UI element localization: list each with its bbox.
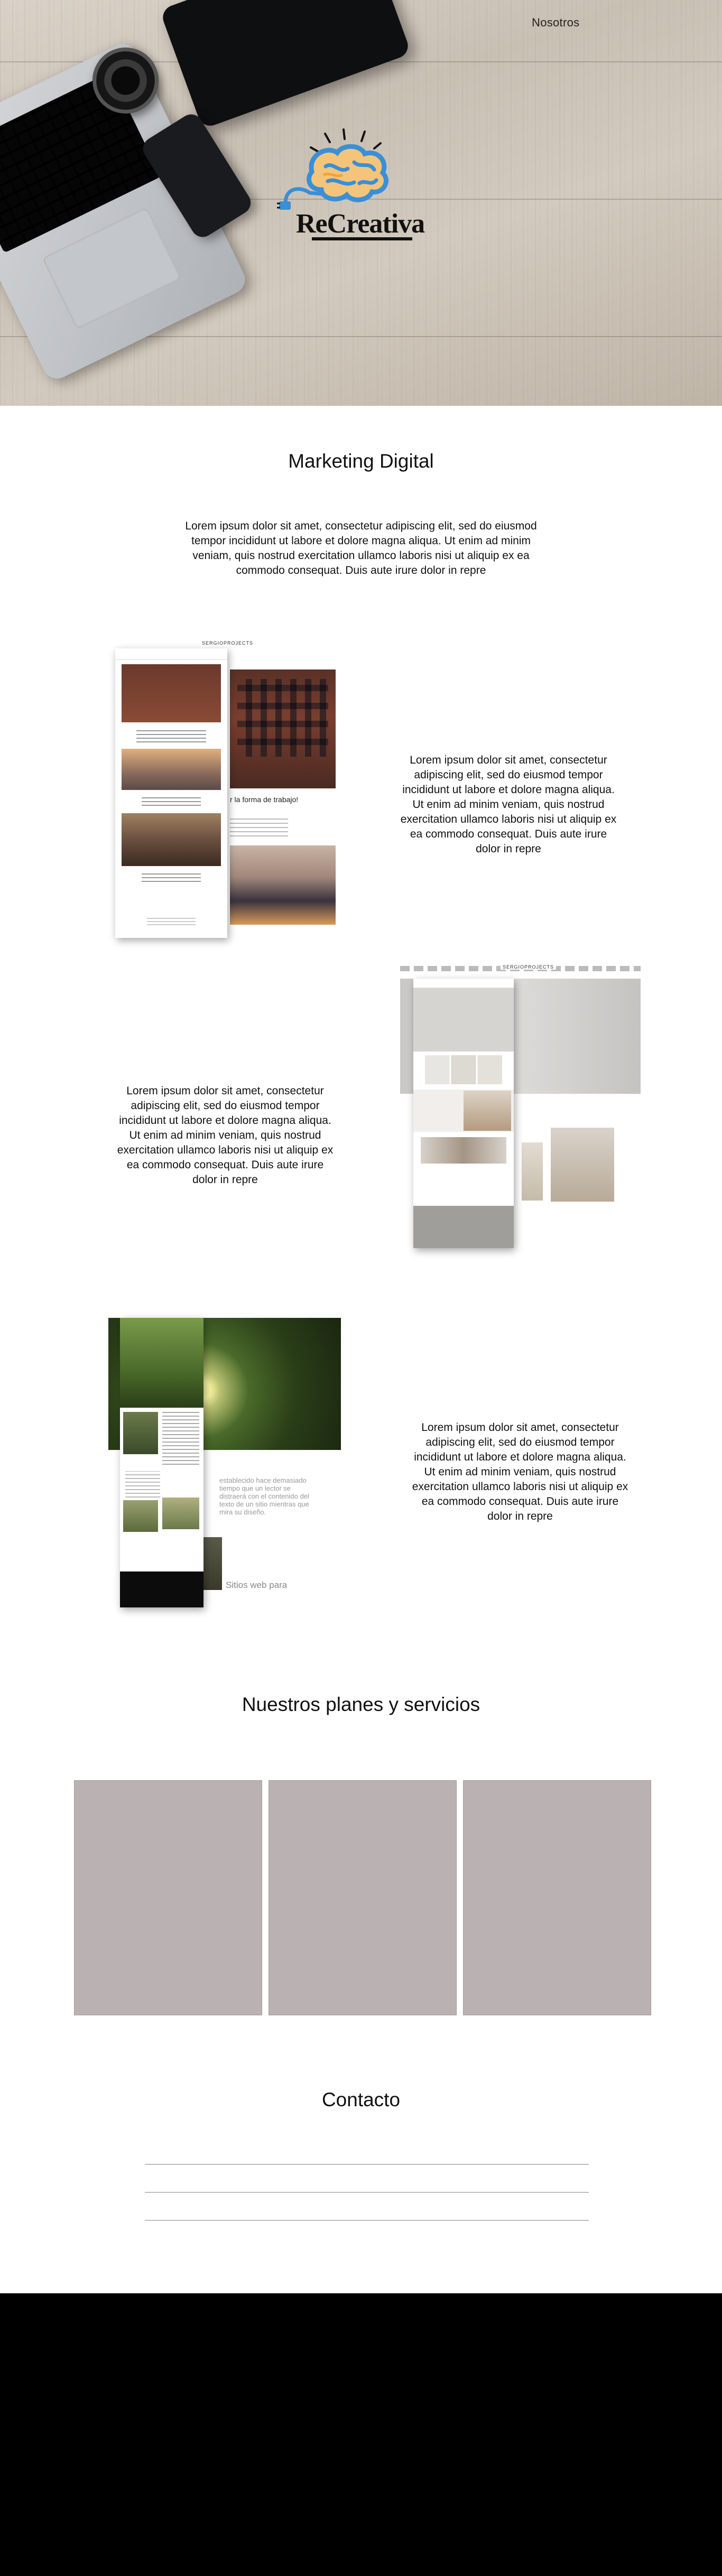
interior-lamp-photo xyxy=(522,1142,543,1201)
city-skyline-photo xyxy=(230,845,336,925)
mockup-caption: establecido hace demasiado tiempo que un… xyxy=(219,1476,309,1516)
marketing-description: Lorem ipsum dolor sit amet, consectetur … xyxy=(185,520,537,576)
tablet-image xyxy=(159,0,412,129)
plan-card-1[interactable] xyxy=(74,1780,262,2015)
plans-title: Nuestros planes y servicios xyxy=(242,1694,480,1715)
plan-card-3[interactable] xyxy=(463,1780,651,2015)
top-navigation: Nosotros xyxy=(495,0,722,47)
showcase-3-text: Lorem ipsum dolor sit amet, consectetur … xyxy=(412,1421,628,1522)
hero-banner: ReCreativa Nosotros xyxy=(0,0,722,406)
mockup-caption: r la forma de trabajo! xyxy=(230,795,299,804)
showcase-1-text: Lorem ipsum dolor sit amet, consectetur … xyxy=(400,754,617,855)
website-mockup-1[interactable]: SERGIOPROJECTS r la forma de trabajo! xyxy=(111,637,338,948)
showcase-2-text: Lorem ipsum dolor sit amet, consectetur … xyxy=(117,1085,334,1186)
contact-field-2[interactable] xyxy=(145,2192,589,2193)
nav-link-nosotros[interactable]: Nosotros xyxy=(532,16,579,30)
mockup-brand: SERGIOPROJECTS xyxy=(202,640,254,646)
mockup-page xyxy=(120,1318,203,1607)
building-photo xyxy=(230,669,336,788)
mockup-text-lines xyxy=(230,815,288,836)
contact-field-3[interactable] xyxy=(145,2220,589,2221)
mockup-page xyxy=(115,648,227,938)
laptop-trackpad xyxy=(42,207,182,330)
recreativa-logo[interactable]: ReCreativa xyxy=(275,124,428,251)
website-mockup-2[interactable]: SERGIOPROJECTS xyxy=(400,963,641,1259)
camera-lens-image xyxy=(92,48,159,114)
plan-card-2[interactable] xyxy=(269,1780,457,2015)
footer xyxy=(0,2293,722,2576)
mockup-brand: SERGIOPROJECTS xyxy=(501,964,557,970)
contact-title: Contacto xyxy=(321,2089,401,2110)
mockup-footer-text: Sitios web para xyxy=(226,1580,288,1590)
website-mockup-3[interactable]: establecido hace demasiado tiempo que un… xyxy=(108,1318,341,1611)
contact-field-1[interactable] xyxy=(145,2164,589,2165)
svg-text:ReCreativa: ReCreativa xyxy=(296,209,425,239)
marketing-title: Marketing Digital xyxy=(288,450,434,472)
mockup-page xyxy=(413,979,514,1248)
interior-chair-photo xyxy=(551,1128,614,1202)
